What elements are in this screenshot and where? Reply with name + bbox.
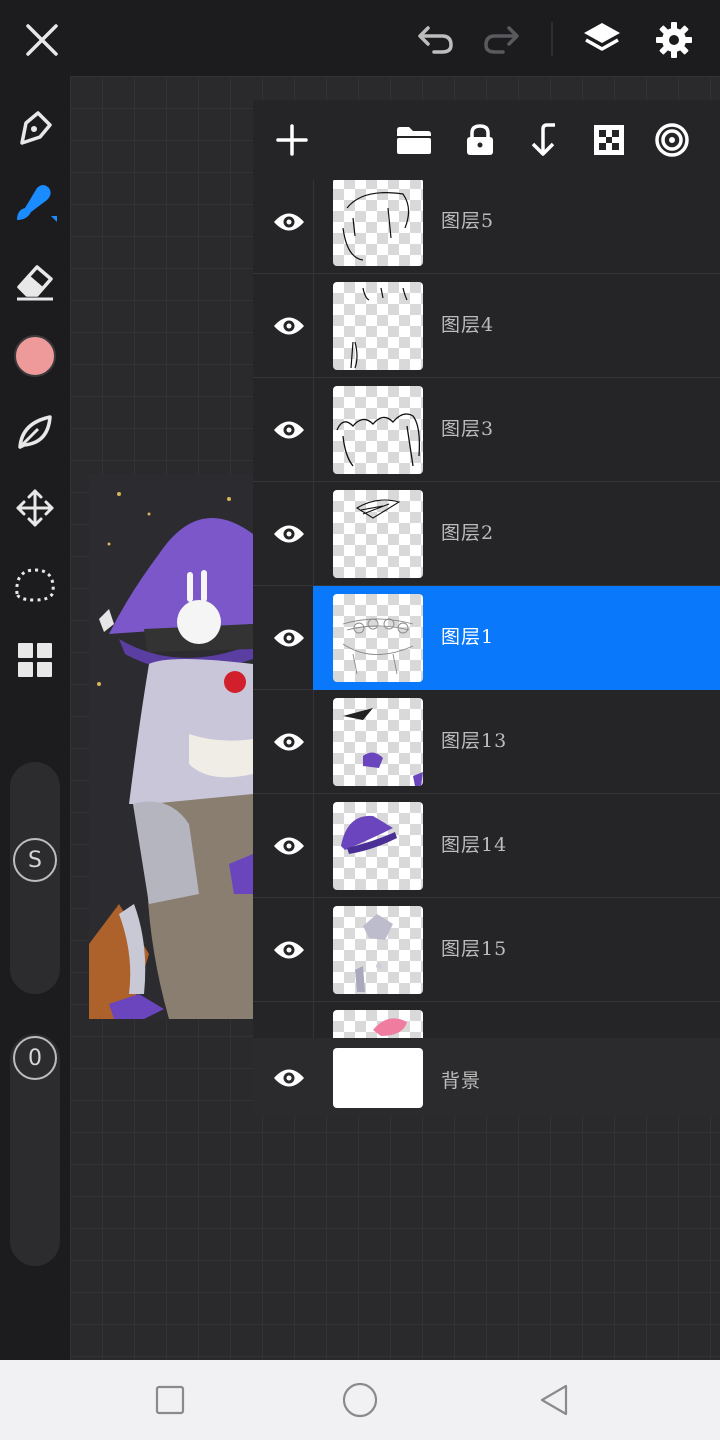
layer-row-selected[interactable]: 图层1 — [253, 586, 720, 690]
layer-name: 图层3 — [441, 418, 495, 440]
lock-icon[interactable] — [454, 114, 506, 166]
layer-name: 背景 — [441, 1070, 482, 1092]
layer-row[interactable]: 图层14 — [253, 794, 720, 898]
redo-icon[interactable] — [475, 14, 527, 66]
layer-name: 图层1 — [441, 626, 495, 648]
layers-toolbar — [253, 100, 720, 180]
settings-icon[interactable] — [648, 14, 700, 66]
eraser-icon[interactable] — [9, 256, 61, 308]
layer-name: 图层13 — [441, 730, 508, 752]
layer-row[interactable]: 图层5 — [253, 180, 720, 274]
add-layer-icon[interactable] — [266, 114, 318, 166]
folder-icon[interactable] — [388, 114, 440, 166]
eye-icon[interactable] — [259, 296, 319, 356]
layer-row[interactable]: 图层3 — [253, 378, 720, 482]
opacity-knob[interactable]: 0 — [13, 1036, 57, 1080]
home-icon[interactable] — [334, 1374, 386, 1426]
layer-thumbnail — [333, 1010, 423, 1038]
eye-icon[interactable] — [259, 400, 319, 460]
layer-row[interactable]: 图层4 — [253, 274, 720, 378]
layer-row[interactable]: 图层13 — [253, 690, 720, 794]
layer-list: 图层5 图层4 图层3 图层2 图层1 图层13 图层14 图层15 — [253, 180, 720, 1038]
transform-icon[interactable] — [9, 482, 61, 534]
layer-thumbnail — [333, 698, 423, 786]
background-layer-row[interactable]: 背景 — [253, 1038, 720, 1116]
merge-down-icon[interactable] — [519, 114, 571, 166]
gallery-icon[interactable] — [9, 634, 61, 686]
layer-name: 图层15 — [441, 938, 508, 960]
close-icon[interactable] — [16, 14, 68, 66]
eye-icon[interactable] — [259, 920, 319, 980]
layer-thumbnail — [333, 386, 423, 474]
layer-name: 图层4 — [441, 314, 495, 336]
lasso-icon[interactable] — [9, 558, 61, 610]
pen-icon[interactable] — [9, 102, 61, 154]
undo-icon[interactable] — [410, 14, 462, 66]
layer-thumbnail — [333, 490, 423, 578]
system-nav-bar — [0, 1360, 720, 1440]
layer-row[interactable] — [253, 1002, 720, 1038]
layer-name: 图层5 — [441, 210, 495, 232]
brush-size-knob[interactable]: S — [13, 838, 57, 882]
eye-icon[interactable] — [259, 816, 319, 876]
artwork — [89, 474, 253, 1019]
eye-icon[interactable] — [259, 712, 319, 772]
layer-name: 图层14 — [441, 834, 508, 856]
layer-thumbnail — [333, 282, 423, 370]
top-bar — [0, 0, 720, 76]
eye-icon[interactable] — [259, 608, 319, 668]
layers-panel: 图层5 图层4 图层3 图层2 图层1 图层13 图层14 图层15 背景 — [253, 100, 720, 1116]
layer-thumbnail — [333, 594, 423, 682]
toolbar-divider — [551, 22, 553, 56]
layer-row[interactable]: 图层15 — [253, 898, 720, 1002]
tool-bar: S 0 — [0, 76, 70, 1360]
eye-icon[interactable] — [259, 192, 319, 252]
color-swatch[interactable] — [9, 330, 61, 382]
back-icon[interactable] — [528, 1374, 580, 1426]
smudge-icon[interactable] — [9, 406, 61, 458]
alpha-lock-icon[interactable] — [583, 114, 635, 166]
background-thumbnail — [333, 1048, 423, 1108]
layer-thumbnail — [333, 180, 423, 266]
layer-thumbnail — [333, 802, 423, 890]
layer-name: 图层2 — [441, 522, 495, 544]
blend-mode-icon[interactable] — [646, 114, 698, 166]
recent-apps-icon[interactable] — [144, 1374, 196, 1426]
layer-thumbnail — [333, 906, 423, 994]
layer-row[interactable]: 图层2 — [253, 482, 720, 586]
eye-icon[interactable] — [259, 1048, 319, 1108]
brush-icon[interactable] — [9, 176, 61, 228]
eye-icon[interactable] — [259, 504, 319, 564]
layers-icon[interactable] — [576, 14, 628, 66]
